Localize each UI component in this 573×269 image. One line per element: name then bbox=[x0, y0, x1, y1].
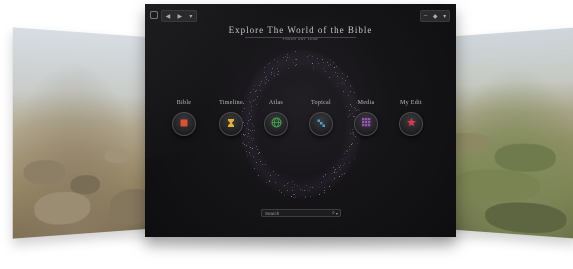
nav-label-my-edit[interactable]: My Edit bbox=[391, 100, 431, 106]
app-window: ◀ ▶ ▾ – ◆ ▾ Explore The World of the Bib… bbox=[145, 4, 456, 237]
dropdown-icon[interactable]: ▾ bbox=[189, 13, 192, 20]
nav-label-bible[interactable]: Bible bbox=[164, 100, 204, 106]
nav-button-topical[interactable] bbox=[309, 112, 333, 136]
nav-button-timeline[interactable] bbox=[219, 112, 243, 136]
nav-label-media[interactable]: Media bbox=[346, 100, 386, 106]
nav-button-my-edit[interactable] bbox=[399, 112, 423, 136]
search-input[interactable] bbox=[265, 210, 330, 216]
minimize-icon[interactable]: – bbox=[424, 13, 427, 19]
nav-label-atlas[interactable]: Atlas bbox=[256, 100, 296, 106]
dots-icon bbox=[316, 115, 326, 133]
nav-label-topical[interactable]: Topical bbox=[301, 100, 341, 106]
search-icon[interactable]: ⌕ bbox=[332, 210, 335, 216]
forward-icon[interactable]: ▶ bbox=[177, 13, 182, 20]
grid-icon bbox=[361, 115, 372, 133]
maximize-icon[interactable]: ◆ bbox=[433, 13, 438, 20]
nav-label-timeline[interactable]: Timeline bbox=[211, 100, 251, 106]
history-nav: ◀ ▶ ▾ bbox=[161, 10, 197, 22]
page-subtitle: ᴛᴏᴜᴄʜ ᴀɴʏ ɪᴄᴏɴ bbox=[282, 36, 319, 41]
nav-button-media[interactable] bbox=[354, 112, 378, 136]
back-icon[interactable]: ◀ bbox=[166, 13, 171, 20]
hourglass-icon bbox=[226, 115, 236, 133]
nav-button-atlas[interactable] bbox=[264, 112, 288, 136]
square-icon bbox=[179, 115, 189, 133]
search-bar: ⌕ ▾ bbox=[261, 209, 341, 217]
left-landscape-photo bbox=[12, 27, 160, 239]
page-title: Explore The World of the Bible bbox=[228, 25, 373, 35]
nav-button-bible[interactable] bbox=[172, 112, 196, 136]
globe-icon bbox=[271, 115, 282, 133]
app-logo-icon bbox=[150, 11, 158, 19]
chevron-down-icon[interactable]: ▾ bbox=[336, 211, 338, 216]
star-icon bbox=[406, 115, 417, 133]
floor-reflection bbox=[90, 236, 510, 258]
particle-orb bbox=[240, 50, 363, 199]
window-controls: – ◆ ▾ bbox=[420, 10, 450, 22]
close-icon[interactable]: ▾ bbox=[443, 13, 446, 20]
